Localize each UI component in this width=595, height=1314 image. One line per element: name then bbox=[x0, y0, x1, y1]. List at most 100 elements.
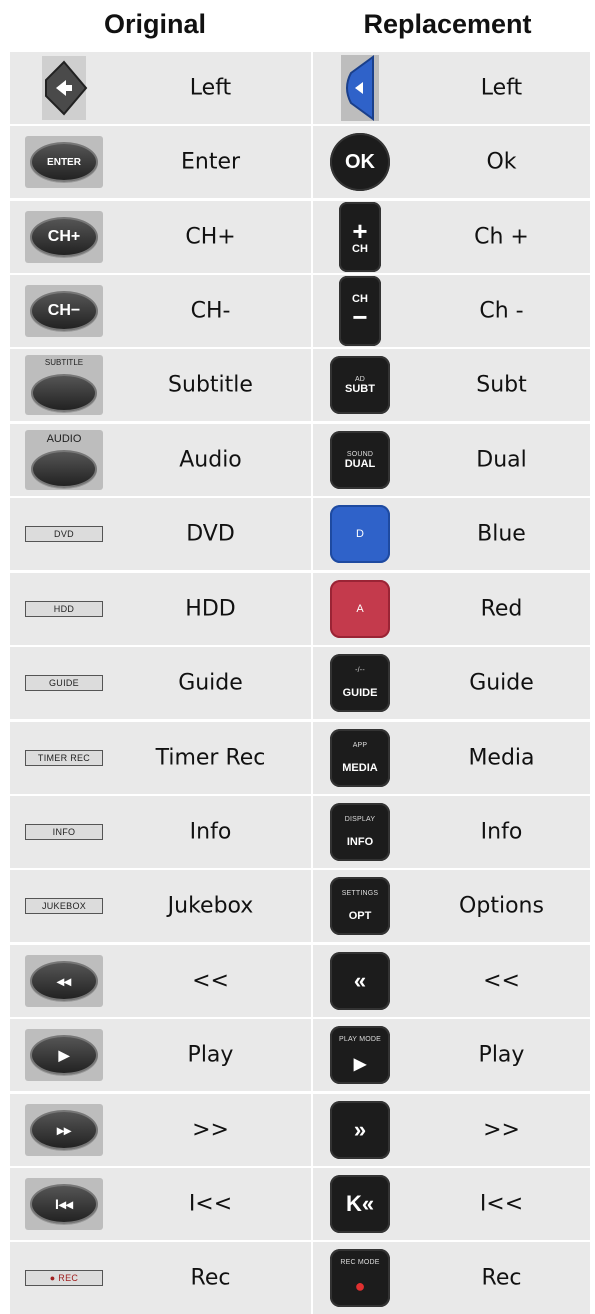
table-row: HDD HDD A Red bbox=[10, 573, 590, 645]
original-label: Timer Rec bbox=[155, 745, 266, 771]
original-cell: SUBTITLE Subtitle bbox=[10, 349, 313, 421]
replacement-cell: PLAY MODE ▶ Play bbox=[313, 1019, 590, 1091]
original-label: Play bbox=[187, 1042, 234, 1068]
table-row: Left Left bbox=[10, 52, 590, 124]
replacement-label: Play bbox=[478, 1042, 525, 1068]
table-row: GUIDE Guide -/-- GUIDE Guide bbox=[10, 647, 590, 719]
ch-minus-button-icon: CH− bbox=[16, 279, 112, 343]
replacement-cell: K« I<< bbox=[313, 1168, 590, 1240]
original-cell: HDD HDD bbox=[10, 573, 313, 645]
replacement-cell: SOUND DUAL Dual bbox=[313, 424, 590, 496]
original-label: HDD bbox=[185, 596, 236, 622]
rewind-button-icon: ◂◂ bbox=[16, 949, 112, 1013]
guide-strip-icon: GUIDE bbox=[16, 651, 112, 715]
original-column-header: Original bbox=[103, 8, 206, 39]
replacement-cell: » >> bbox=[313, 1094, 590, 1166]
ok-button-icon: OK bbox=[315, 130, 405, 194]
replacement-label: Media bbox=[468, 745, 535, 771]
fast-forward-button-icon: » bbox=[315, 1098, 405, 1162]
replacement-cell: APP MEDIA Media bbox=[313, 722, 590, 794]
table-row: INFO Info DISPLAY INFO Info bbox=[10, 796, 590, 868]
original-cell: Left bbox=[10, 52, 313, 124]
replacement-label: Info bbox=[480, 819, 523, 845]
table-row: DVD DVD D Blue bbox=[10, 498, 590, 570]
original-label: Info bbox=[189, 819, 232, 845]
table-row: ENTER Enter OK Ok bbox=[10, 126, 590, 198]
replacement-cell: A Red bbox=[313, 573, 590, 645]
original-cell: ▸▸ >> bbox=[10, 1094, 313, 1166]
original-label: << bbox=[192, 968, 229, 994]
table-row: JUKEBOX Jukebox SETTINGS OPT Options bbox=[10, 870, 590, 942]
replacement-label: << bbox=[483, 968, 520, 994]
left-arrow-icon bbox=[16, 56, 112, 120]
original-label: >> bbox=[192, 1117, 229, 1143]
original-label: Rec bbox=[190, 1265, 231, 1291]
replacement-cell: DISPLAY INFO Info bbox=[313, 796, 590, 868]
original-label: CH- bbox=[190, 298, 231, 324]
replacement-label: >> bbox=[483, 1117, 520, 1143]
ch-minus-rocker-icon: CH − bbox=[315, 276, 405, 346]
ch-plus-button-icon: CH+ bbox=[16, 205, 112, 269]
replacement-cell: CH − Ch - bbox=[313, 275, 590, 347]
original-cell: I◂◂ I<< bbox=[10, 1168, 313, 1240]
replacement-label: Guide bbox=[469, 670, 534, 696]
original-cell: GUIDE Guide bbox=[10, 647, 313, 719]
original-cell: JUKEBOX Jukebox bbox=[10, 870, 313, 942]
replacement-column-header: Replacement bbox=[363, 8, 532, 39]
original-label: Subtitle bbox=[168, 372, 253, 398]
replacement-cell: SETTINGS OPT Options bbox=[313, 870, 590, 942]
replacement-label: Ch + bbox=[474, 224, 529, 250]
original-label: Jukebox bbox=[167, 893, 254, 919]
info-button-icon: DISPLAY INFO bbox=[315, 800, 405, 864]
opt-button-icon: SETTINGS OPT bbox=[315, 874, 405, 938]
play-button-icon: PLAY MODE ▶ bbox=[315, 1023, 405, 1087]
original-cell: CH+ CH+ bbox=[10, 201, 313, 273]
dvd-strip-icon: DVD bbox=[16, 502, 112, 566]
original-label: Guide bbox=[178, 670, 243, 696]
replacement-label: Ch - bbox=[479, 298, 524, 324]
replacement-label: Rec bbox=[481, 1265, 522, 1291]
table-row: CH− CH- CH − Ch - bbox=[10, 275, 590, 347]
subt-button-icon: AD SUBT bbox=[315, 353, 405, 417]
ch-plus-rocker-icon: + CH bbox=[315, 202, 405, 272]
timer-rec-strip-icon: TIMER REC bbox=[16, 726, 112, 790]
blue-left-arrow-icon bbox=[315, 55, 405, 121]
replacement-label: Red bbox=[480, 596, 523, 622]
original-cell: CH− CH- bbox=[10, 275, 313, 347]
replacement-cell: -/-- GUIDE Guide bbox=[313, 647, 590, 719]
original-cell: ● REC Rec bbox=[10, 1242, 313, 1314]
replacement-cell: OK Ok bbox=[313, 126, 590, 198]
replacement-label: Ok bbox=[486, 149, 517, 175]
play-button-icon: ▶ bbox=[16, 1023, 112, 1087]
rec-button-icon: REC MODE ● bbox=[315, 1246, 405, 1310]
replacement-cell: REC MODE ● Rec bbox=[313, 1242, 590, 1314]
table-row: AUDIO Audio SOUND DUAL Dual bbox=[10, 424, 590, 496]
replacement-label: Dual bbox=[476, 447, 527, 473]
original-label: Left bbox=[189, 75, 232, 101]
table-row: ◂◂ << « << bbox=[10, 945, 590, 1017]
blue-d-button-icon: D bbox=[315, 502, 405, 566]
replacement-label: Blue bbox=[477, 521, 526, 547]
replacement-cell: D Blue bbox=[313, 498, 590, 570]
fast-forward-button-icon: ▸▸ bbox=[16, 1098, 112, 1162]
table-row: ● REC Rec REC MODE ● Rec bbox=[10, 1242, 590, 1314]
table-row: ▸▸ >> » >> bbox=[10, 1094, 590, 1166]
skip-back-button-icon: K« bbox=[315, 1172, 405, 1236]
rec-strip-icon: ● REC bbox=[16, 1246, 112, 1310]
replacement-cell: AD SUBT Subt bbox=[313, 349, 590, 421]
enter-button-icon: ENTER bbox=[16, 130, 112, 194]
table-row: ▶ Play PLAY MODE ▶ Play bbox=[10, 1019, 590, 1091]
original-label: DVD bbox=[186, 521, 235, 547]
original-label: I<< bbox=[188, 1191, 233, 1217]
original-label: CH+ bbox=[185, 224, 236, 250]
replacement-label: I<< bbox=[479, 1191, 524, 1217]
original-cell: ◂◂ << bbox=[10, 945, 313, 1017]
original-cell: DVD DVD bbox=[10, 498, 313, 570]
table-row: CH+ CH+ + CH Ch + bbox=[10, 201, 590, 273]
replacement-cell: Left bbox=[313, 52, 590, 124]
skip-back-button-icon: I◂◂ bbox=[16, 1172, 112, 1236]
rewind-button-icon: « bbox=[315, 949, 405, 1013]
button-mapping-table: Left Left ENTER Enter OK Ok CH+ CH+ + CH Ch + CH− CH… bbox=[10, 52, 590, 1314]
replacement-label: Subt bbox=[476, 372, 527, 398]
original-cell: TIMER REC Timer Rec bbox=[10, 722, 313, 794]
